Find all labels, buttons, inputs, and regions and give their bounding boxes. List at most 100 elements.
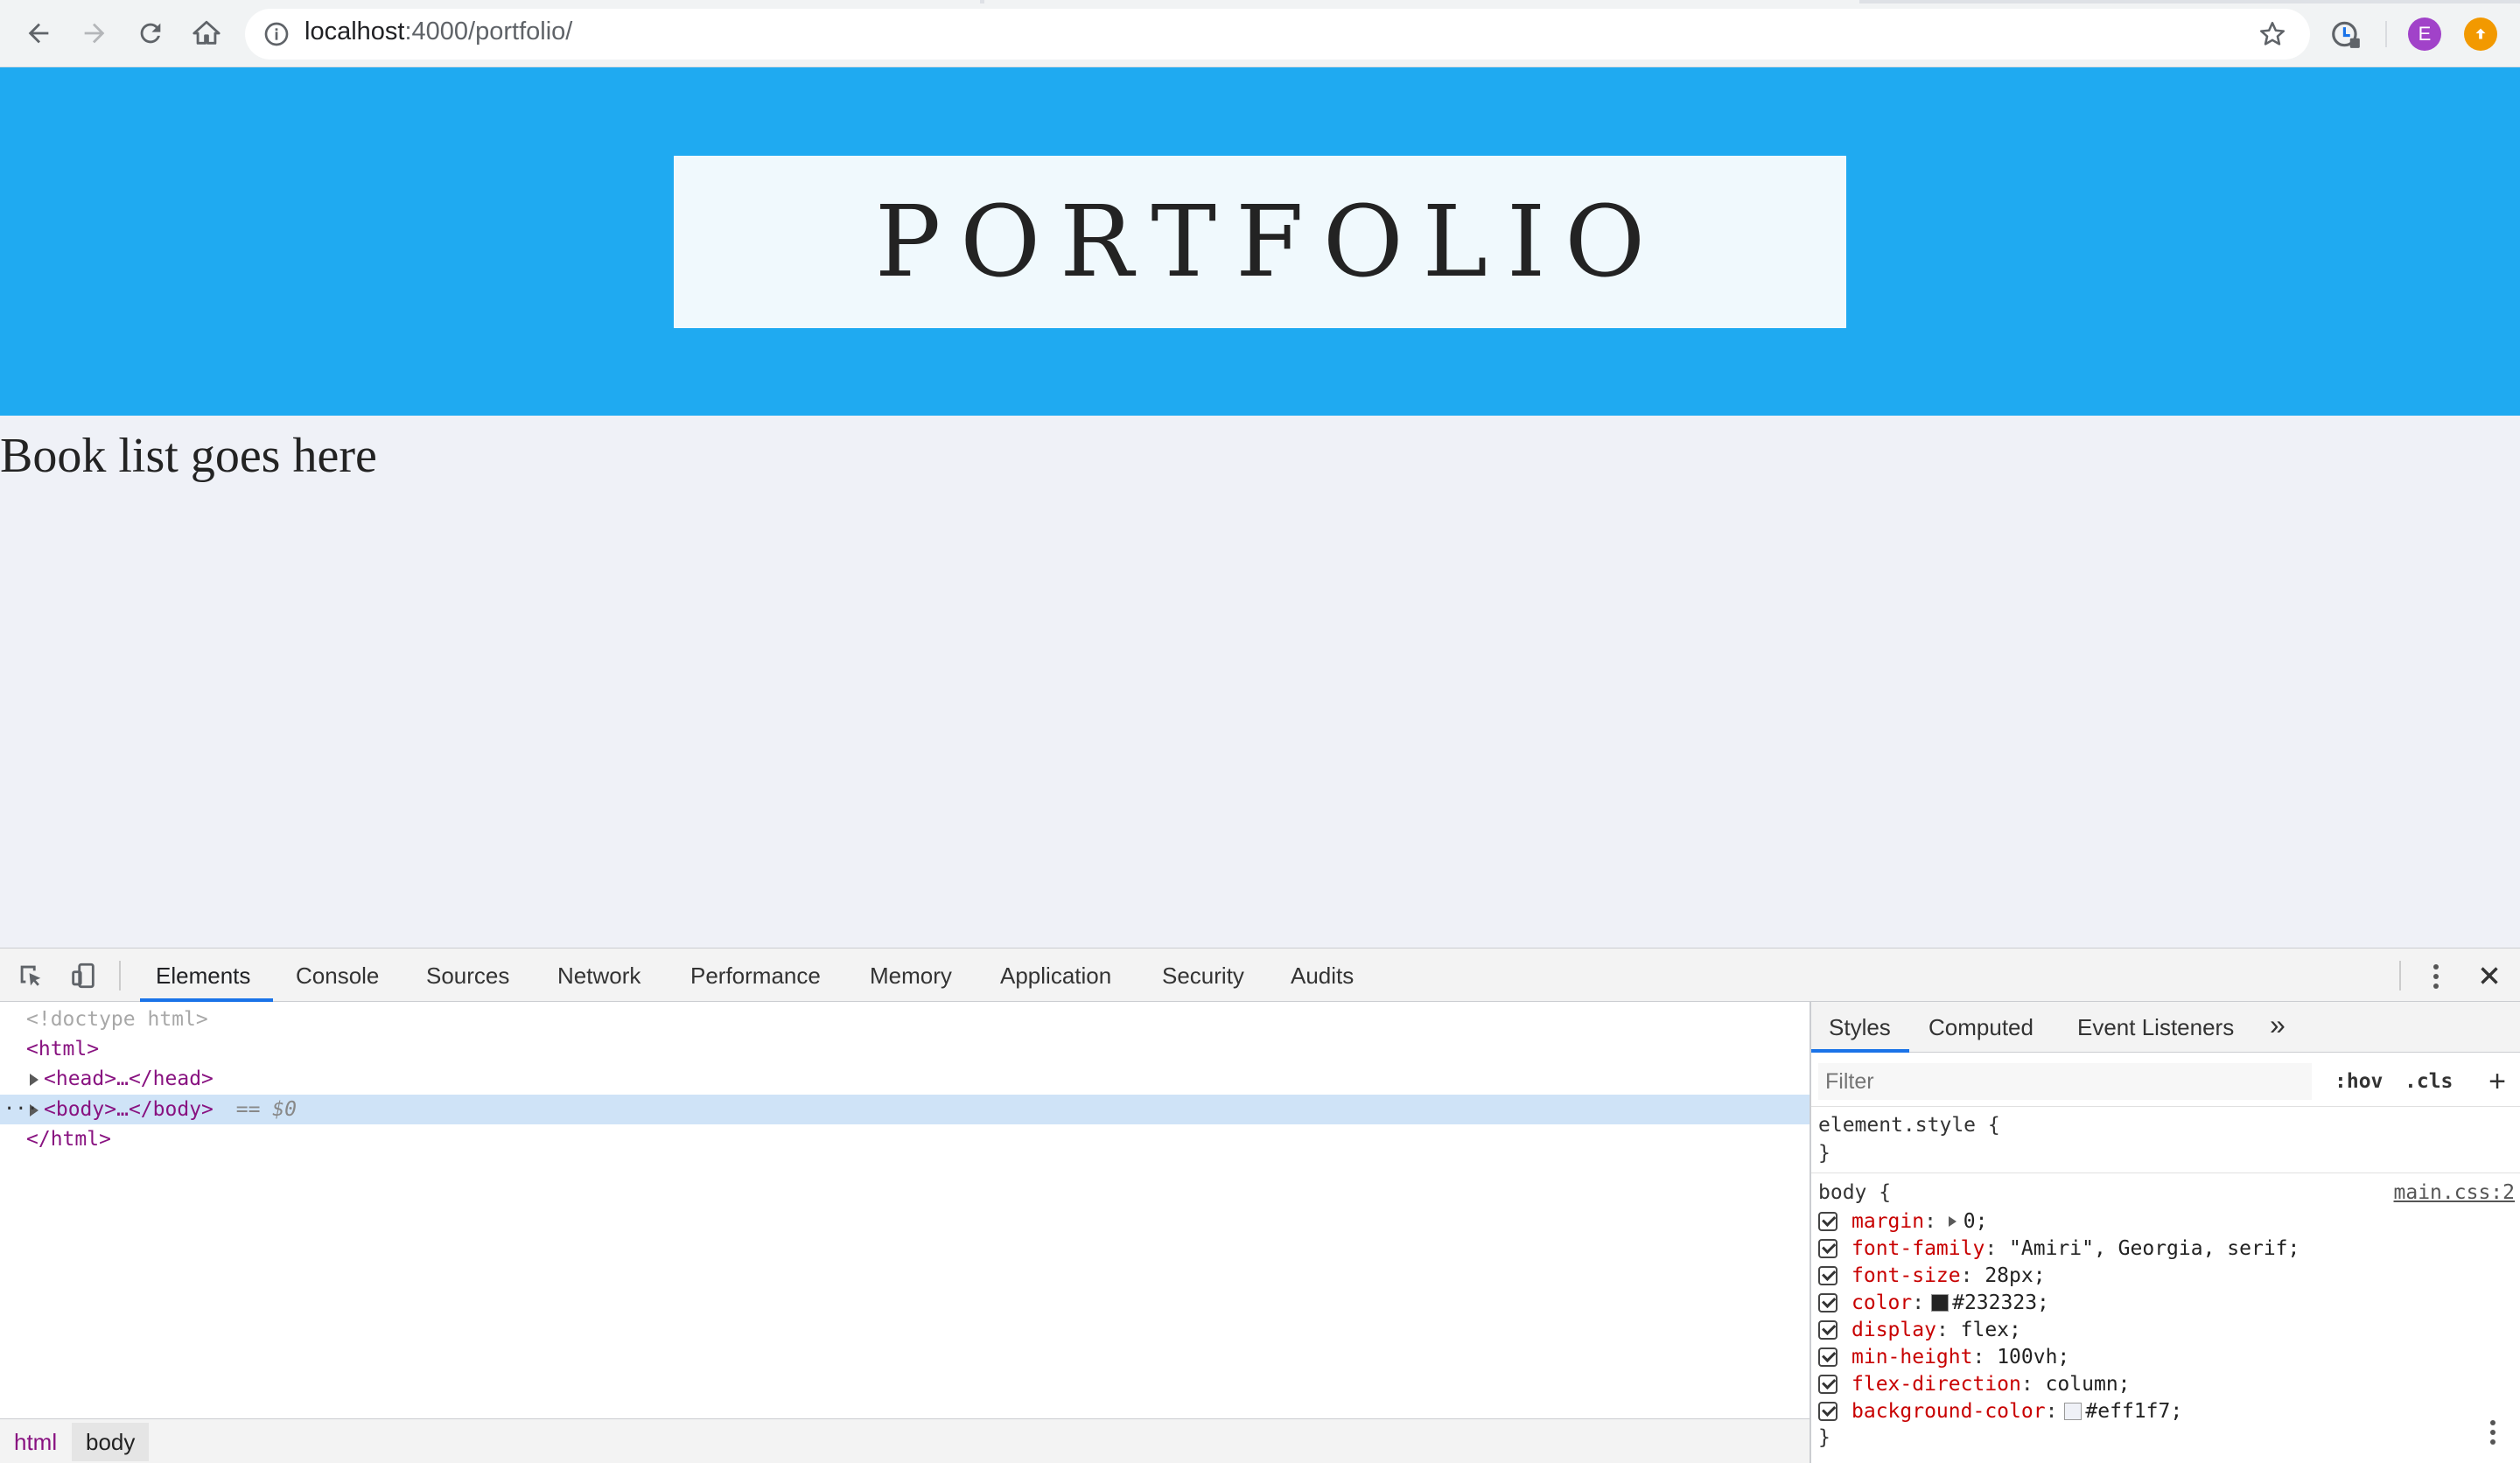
dom-node-html-close[interactable]: </html> [0, 1124, 1810, 1154]
body-rule-selector[interactable]: body { [1818, 1181, 1891, 1204]
body-open-tag: <body> [44, 1098, 117, 1121]
extension-icon[interactable] [2329, 18, 2362, 51]
arrow-right-icon [84, 23, 105, 44]
devtools-panel: Elements Console Sources Network Perform… [0, 948, 2520, 1463]
tab-memory[interactable]: Memory [870, 962, 952, 990]
arrow-left-icon [28, 23, 49, 44]
tab-audits[interactable]: Audits [1291, 962, 1354, 990]
reload-icon [140, 23, 161, 44]
more-tabs-icon[interactable]: » [2270, 1009, 2286, 1041]
tab-sources[interactable]: Sources [426, 962, 509, 990]
expand-triangle-icon[interactable] [30, 1073, 38, 1086]
tab-styles[interactable]: Styles [1829, 1014, 1891, 1041]
html-open-tag: <html> [26, 1038, 100, 1060]
css-property-font-size[interactable]: font-size: 28px; [1818, 1262, 2046, 1289]
devtools-menu-icon[interactable] [2433, 964, 2439, 993]
node-actions-dots[interactable]: ··· [4, 1095, 38, 1124]
rule-close-brace: } [1818, 1142, 1830, 1165]
property-value[interactable]: #eff1f7; [2085, 1400, 2182, 1423]
rule-menu-icon[interactable] [2490, 1420, 2496, 1449]
profile-avatar[interactable]: E [2408, 18, 2441, 51]
color-swatch[interactable] [1931, 1293, 1950, 1312]
element-style-selector[interactable]: element.style { [1818, 1114, 2000, 1137]
dom-node-body[interactable]: ··· <body>…</body> == $0 [0, 1095, 1810, 1124]
address-bar[interactable]: localhost:4000/portfolio/ [245, 9, 2310, 60]
css-property-display[interactable]: display: flex; [1818, 1316, 2021, 1343]
new-style-rule-icon[interactable]: + [2488, 1065, 2506, 1099]
device-toolbar-icon[interactable] [68, 961, 98, 990]
rule-source-link[interactable]: main.css:2 [2394, 1181, 2515, 1204]
property-value[interactable]: flex; [1961, 1319, 2021, 1341]
breadcrumb-body[interactable]: body [72, 1423, 150, 1461]
property-name[interactable]: background-color [1852, 1400, 2046, 1423]
dom-tree: <!doctype html> <html> <head>…</head> ··… [0, 1002, 1810, 1413]
page-viewport: PORTFOLIO Book list goes here [0, 67, 2520, 948]
property-checkbox[interactable] [1818, 1374, 1838, 1394]
devtools-toolbar: Elements Console Sources Network Perform… [0, 948, 2520, 1002]
styles-tabbar: Styles Computed Event Listeners » [1811, 1002, 2520, 1053]
tab-edge [984, 0, 1859, 4]
inspect-element-icon[interactable] [16, 961, 46, 990]
property-name[interactable]: font-size [1852, 1264, 1961, 1287]
dom-node-doctype[interactable]: <!doctype html> [0, 1004, 1810, 1034]
property-name[interactable]: font-family [1852, 1237, 1984, 1260]
css-property-color[interactable]: color: #232323; [1818, 1289, 2049, 1316]
cls-toggle[interactable]: .cls [2404, 1070, 2453, 1093]
body-close-tag: </body> [128, 1098, 214, 1121]
arrow-up-icon [2475, 28, 2486, 39]
property-checkbox[interactable] [1818, 1401, 1838, 1421]
property-name[interactable]: margin [1852, 1210, 1924, 1233]
property-name[interactable]: flex-direction [1852, 1373, 2021, 1396]
forward-button[interactable] [77, 16, 112, 51]
home-button[interactable] [189, 16, 224, 51]
html-close-tag: </html> [26, 1128, 111, 1151]
info-icon[interactable] [262, 20, 290, 48]
property-name[interactable]: min-height [1852, 1346, 1972, 1368]
dom-node-head[interactable]: <head>…</head> [0, 1064, 1810, 1094]
close-icon[interactable] [2474, 961, 2504, 990]
property-name[interactable]: display [1852, 1319, 1936, 1341]
tab-security[interactable]: Security [1162, 962, 1244, 990]
dom-node-html[interactable]: <html> [0, 1034, 1810, 1064]
property-checkbox[interactable] [1818, 1265, 1838, 1285]
css-property-flex-direction[interactable]: flex-direction: column; [1818, 1370, 2131, 1397]
back-button[interactable] [21, 16, 56, 51]
tab-network[interactable]: Network [557, 962, 640, 990]
tab-computed[interactable]: Computed [1928, 1014, 2034, 1041]
css-property-background-color[interactable]: background-color: #eff1f7; [1818, 1397, 2182, 1424]
property-checkbox[interactable] [1818, 1211, 1838, 1231]
css-property-margin[interactable]: margin: 0; [1818, 1208, 1988, 1235]
property-checkbox[interactable] [1818, 1347, 1838, 1367]
property-value[interactable]: #232323; [1952, 1292, 2049, 1314]
update-button[interactable] [2464, 18, 2497, 51]
tab-event-listeners[interactable]: Event Listeners [2077, 1014, 2234, 1041]
property-name[interactable]: color [1852, 1292, 1912, 1314]
tab-elements[interactable]: Elements [156, 962, 250, 990]
selected-node-marker: == $0 [235, 1098, 297, 1121]
property-checkbox[interactable] [1818, 1320, 1838, 1340]
breadcrumb-html[interactable]: html [0, 1423, 72, 1461]
property-value[interactable]: "Amiri", Georgia, serif; [2009, 1237, 2300, 1260]
tab-performance[interactable]: Performance [690, 962, 821, 990]
profile-initial: E [2418, 23, 2432, 45]
tab-console[interactable]: Console [296, 962, 379, 990]
property-value[interactable]: 0; [1964, 1210, 1988, 1233]
property-value[interactable]: column; [2046, 1373, 2131, 1396]
breadcrumb: html body [0, 1418, 1810, 1463]
head-ellipsis[interactable]: … [116, 1068, 129, 1090]
tab-application[interactable]: Application [1000, 962, 1111, 990]
styles-filter-input[interactable] [1818, 1063, 2312, 1100]
hov-toggle[interactable]: :hov [2334, 1070, 2383, 1093]
property-checkbox[interactable] [1818, 1292, 1838, 1312]
reload-button[interactable] [133, 16, 168, 51]
css-property-font-family[interactable]: font-family: "Amiri", Georgia, serif; [1818, 1235, 2300, 1262]
site-header: PORTFOLIO [0, 67, 2520, 416]
color-swatch[interactable] [2064, 1402, 2082, 1420]
star-icon[interactable] [2258, 19, 2287, 49]
expand-triangle-icon[interactable] [1948, 1215, 1956, 1227]
property-value[interactable]: 100vh; [1997, 1346, 2069, 1368]
css-property-min-height[interactable]: min-height: 100vh; [1818, 1343, 2069, 1370]
property-value[interactable]: 28px; [1984, 1264, 2045, 1287]
property-checkbox[interactable] [1818, 1238, 1838, 1258]
body-ellipsis[interactable]: … [116, 1098, 129, 1121]
